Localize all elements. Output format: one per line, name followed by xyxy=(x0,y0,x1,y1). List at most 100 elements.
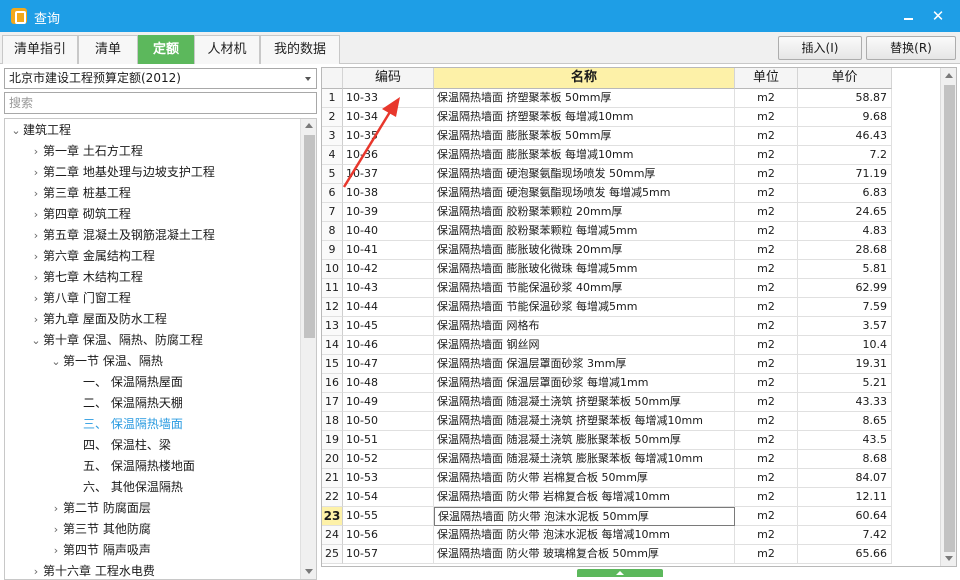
code-cell[interactable]: 10-44 xyxy=(343,298,434,317)
table-row[interactable]: 11 10-43 保温隔热墙面 节能保温砂浆 40mm厚 m2 62.99 xyxy=(322,279,892,298)
unit-cell[interactable]: m2 xyxy=(735,298,798,317)
row-number-cell[interactable]: 21 xyxy=(322,469,343,488)
chevron-right-icon[interactable]: › xyxy=(29,267,43,288)
unit-cell[interactable]: m2 xyxy=(735,203,798,222)
code-cell[interactable]: 10-40 xyxy=(343,222,434,241)
chevron-right-icon[interactable]: › xyxy=(49,519,63,540)
name-cell[interactable]: 保温隔热墙面 保温层罩面砂浆 每增减1mm xyxy=(434,374,735,393)
code-cell[interactable]: 10-53 xyxy=(343,469,434,488)
tree-item[interactable]: › 第三节 其他防腐 xyxy=(49,519,151,540)
table-row[interactable]: 23 10-55 保温隔热墙面 防火带 泡沫水泥板 50mm厚 m2 60.64 xyxy=(322,507,892,526)
replace-button[interactable]: 替换(R) xyxy=(866,36,956,60)
tree-item[interactable]: ⌄ 第一节 保温、隔热 xyxy=(49,351,162,372)
name-cell[interactable]: 保温隔热墙面 膨胀聚苯板 每增减10mm xyxy=(434,146,735,165)
price-cell[interactable]: 24.65 xyxy=(798,203,892,222)
code-cell[interactable]: 10-54 xyxy=(343,488,434,507)
name-cell[interactable]: 保温隔热墙面 挤塑聚苯板 50mm厚 xyxy=(434,89,735,108)
price-cell[interactable]: 71.19 xyxy=(798,165,892,184)
tree-item[interactable]: 一、 保温隔热屋面 xyxy=(69,372,183,393)
row-number-cell[interactable]: 5 xyxy=(322,165,343,184)
chevron-right-icon[interactable]: › xyxy=(29,561,43,579)
unit-cell[interactable]: m2 xyxy=(735,165,798,184)
chevron-right-icon[interactable]: › xyxy=(29,183,43,204)
table-row[interactable]: 5 10-37 保温隔热墙面 硬泡聚氨酯现场喷发 50mm厚 m2 71.19 xyxy=(322,165,892,184)
row-number-cell[interactable]: 23 xyxy=(322,507,343,526)
tab-quota[interactable]: 定额 xyxy=(138,35,194,64)
tree-item[interactable]: › 第二节 防腐面层 xyxy=(49,498,151,519)
scroll-down-icon[interactable] xyxy=(305,569,313,574)
tree-item[interactable]: › 第三章 桩基工程 xyxy=(29,183,131,204)
table-row[interactable]: 2 10-34 保温隔热墙面 挤塑聚苯板 每增减10mm m2 9.68 xyxy=(322,108,892,127)
unit-cell[interactable]: m2 xyxy=(735,488,798,507)
grid-scrollbar[interactable] xyxy=(940,68,956,566)
unit-cell[interactable]: m2 xyxy=(735,184,798,203)
code-cell[interactable]: 10-34 xyxy=(343,108,434,127)
row-number-cell[interactable]: 25 xyxy=(322,545,343,564)
table-row[interactable]: 18 10-50 保温隔热墙面 随混凝土浇筑 挤塑聚苯板 每增减10mm m2 8.65 xyxy=(322,412,892,431)
price-cell[interactable]: 10.4 xyxy=(798,336,892,355)
unit-cell[interactable]: m2 xyxy=(735,469,798,488)
close-button[interactable]: ✕ xyxy=(926,6,950,26)
code-cell[interactable]: 10-47 xyxy=(343,355,434,374)
row-number-cell[interactable]: 3 xyxy=(322,127,343,146)
price-cell[interactable]: 62.99 xyxy=(798,279,892,298)
row-number-cell[interactable]: 12 xyxy=(322,298,343,317)
code-cell[interactable]: 10-52 xyxy=(343,450,434,469)
tree-item[interactable]: 三、 保温隔热墙面 xyxy=(69,414,183,435)
price-cell[interactable]: 19.31 xyxy=(798,355,892,374)
code-cell[interactable]: 10-42 xyxy=(343,260,434,279)
table-row[interactable]: 1 10-33 保温隔热墙面 挤塑聚苯板 50mm厚 m2 58.87 xyxy=(322,89,892,108)
row-number-cell[interactable]: 24 xyxy=(322,526,343,545)
code-cell[interactable]: 10-48 xyxy=(343,374,434,393)
price-cell[interactable]: 7.42 xyxy=(798,526,892,545)
unit-cell[interactable]: m2 xyxy=(735,450,798,469)
tab-bill-guide[interactable]: 清单指引 xyxy=(2,35,78,64)
table-row[interactable]: 24 10-56 保温隔热墙面 防火带 泡沫水泥板 每增减10mm m2 7.42 xyxy=(322,526,892,545)
price-cell[interactable]: 65.66 xyxy=(798,545,892,564)
code-cell[interactable]: 10-35 xyxy=(343,127,434,146)
row-number-cell[interactable]: 13 xyxy=(322,317,343,336)
unit-cell[interactable]: m2 xyxy=(735,507,798,526)
name-cell[interactable]: 保温隔热墙面 节能保温砂浆 每增减5mm xyxy=(434,298,735,317)
row-number-cell[interactable]: 17 xyxy=(322,393,343,412)
price-cell[interactable]: 43.33 xyxy=(798,393,892,412)
name-cell[interactable]: 保温隔热墙面 防火带 岩棉复合板 50mm厚 xyxy=(434,469,735,488)
unit-cell[interactable]: m2 xyxy=(735,260,798,279)
row-number-cell[interactable]: 2 xyxy=(322,108,343,127)
tab-my-data[interactable]: 我的数据 xyxy=(260,35,340,64)
price-cell[interactable]: 60.64 xyxy=(798,507,892,526)
row-number-cell[interactable]: 6 xyxy=(322,184,343,203)
name-cell[interactable]: 保温隔热墙面 保温层罩面砂浆 3mm厚 xyxy=(434,355,735,374)
tree-item[interactable]: › 第四节 隔声吸声 xyxy=(49,540,151,561)
header-unit[interactable]: 单位 xyxy=(735,68,798,89)
tree-item[interactable]: › 第一章 土石方工程 xyxy=(29,141,143,162)
code-cell[interactable]: 10-50 xyxy=(343,412,434,431)
row-number-cell[interactable]: 19 xyxy=(322,431,343,450)
unit-cell[interactable]: m2 xyxy=(735,431,798,450)
name-cell[interactable]: 保温隔热墙面 防火带 泡沫水泥板 每增减10mm xyxy=(434,526,735,545)
code-cell[interactable]: 10-43 xyxy=(343,279,434,298)
table-row[interactable]: 13 10-45 保温隔热墙面 网格布 m2 3.57 xyxy=(322,317,892,336)
search-input[interactable]: 搜索 xyxy=(4,92,317,114)
name-cell[interactable]: 保温隔热墙面 防火带 泡沫水泥板 50mm厚 xyxy=(434,507,735,526)
row-number-cell[interactable]: 14 xyxy=(322,336,343,355)
code-cell[interactable]: 10-56 xyxy=(343,526,434,545)
unit-cell[interactable]: m2 xyxy=(735,374,798,393)
price-cell[interactable]: 43.5 xyxy=(798,431,892,450)
name-cell[interactable]: 保温隔热墙面 防火带 岩棉复合板 每增减10mm xyxy=(434,488,735,507)
tree-item[interactable]: › 第七章 木结构工程 xyxy=(29,267,143,288)
chevron-down-icon[interactable]: ⌄ xyxy=(49,351,63,372)
price-cell[interactable]: 5.81 xyxy=(798,260,892,279)
price-cell[interactable]: 3.57 xyxy=(798,317,892,336)
tree-scrollbar[interactable] xyxy=(300,119,316,579)
tree-item[interactable]: 六、 其他保温隔热 xyxy=(69,477,183,498)
price-cell[interactable]: 12.11 xyxy=(798,488,892,507)
name-cell[interactable]: 保温隔热墙面 胶粉聚苯颗粒 20mm厚 xyxy=(434,203,735,222)
unit-cell[interactable]: m2 xyxy=(735,108,798,127)
insert-button[interactable]: 插入(I) xyxy=(778,36,862,60)
chevron-right-icon[interactable]: › xyxy=(49,498,63,519)
price-cell[interactable]: 46.43 xyxy=(798,127,892,146)
code-cell[interactable]: 10-55 xyxy=(343,507,434,526)
price-cell[interactable]: 7.59 xyxy=(798,298,892,317)
row-number-cell[interactable]: 15 xyxy=(322,355,343,374)
